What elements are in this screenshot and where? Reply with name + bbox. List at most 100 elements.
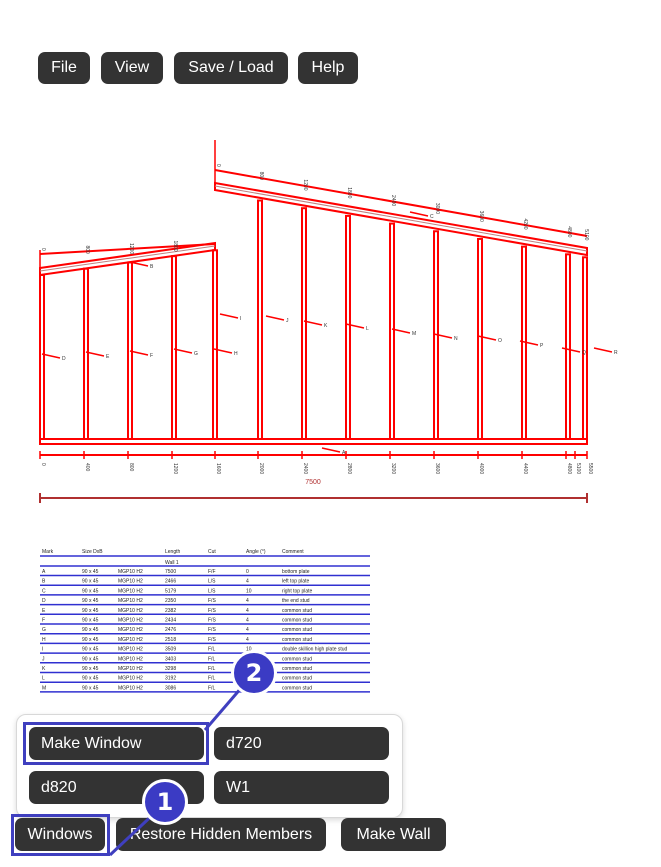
top-tick-label: 800 [84,245,90,254]
table-cell: F/S [208,637,216,643]
table-cell: 4 [246,608,249,614]
member-mark-label: F [150,353,153,359]
table-cell: 5179 [165,588,176,594]
table-cell: MGP10 H2 [118,637,143,643]
table-cell: 3509 [165,647,176,653]
table-cell: common stud [282,685,312,691]
table-cell: MGP10 H2 [118,579,143,585]
table-row: D 90 x 45 MGP10 H2 2350 F/S 4 the end stud [42,598,310,604]
table-cell: MGP10 H2 [118,588,143,594]
right-top-plate-inner [214,185,588,252]
table-cell: MGP10 H2 [118,627,143,633]
table-cell: common stud [282,618,312,624]
table-cell: 2382 [165,608,176,614]
table-cell: 4 [246,579,249,585]
help-button[interactable]: Help [298,52,358,84]
table-cell: F [42,618,45,624]
table-cell: 4 [246,598,249,604]
table-cell: MGP10 H2 [118,685,143,691]
file-menu-button[interactable]: File [38,52,90,84]
table-cell: common stud [282,627,312,633]
member-mark-label: M [412,331,416,337]
table-row: H 90 x 45 MGP10 H2 2518 F/S 4 common stud [42,637,312,643]
table-cell: 90 x 45 [82,608,99,614]
leader-line [477,335,497,341]
table-cell: 0 [246,569,249,575]
member-mark-label: D [62,356,66,362]
table-header-cell: Mark [42,549,54,555]
table-cell: L/S [208,588,216,594]
bottom-tick-label: 2000 [258,463,264,474]
table-header-cell: Length [165,549,181,555]
bottom-tick-label: 0 [40,463,46,466]
table-row: A 90 x 45 MGP10 H2 7500 F/F 0 bottom plate [42,569,310,575]
window-w1-button[interactable]: W1 [214,771,389,804]
make-wall-button[interactable]: Make Wall [341,818,446,851]
member-mark-label: B [150,264,154,270]
leader-line [265,315,285,321]
table-cell: 90 x 45 [82,588,99,594]
leader-line [409,211,429,217]
member-mark-label: R [614,350,618,356]
stud [212,249,218,440]
table-row: I90 x 45MGP10 H23509F/L10double skillion… [42,647,348,653]
table-cell: 3086 [165,685,176,691]
member-mark-label: I [240,316,241,322]
table-cell: 90 x 45 [82,685,99,691]
member-mark-label: O [498,338,502,344]
table-cell: 2466 [165,579,176,585]
member-mark-label: L [366,326,369,332]
leader-line [219,313,239,319]
leader-line [433,333,453,339]
table-cell: bottom plate [282,569,310,575]
stud [257,199,263,440]
table-cell: F/L [208,685,215,691]
stud [301,207,307,440]
save-load-button[interactable]: Save / Load [174,52,288,84]
member-mark-label: P [540,343,544,349]
wall-frame-drawing: D E F G HI JK LMN OPQ RABC0 800 1200 18000800120018… [39,140,618,503]
bottom-tick-label: 1600 [215,463,221,474]
leader-line [345,323,365,329]
table-cell: common stud [282,666,312,672]
restore-hidden-members-button[interactable]: Restore Hidden Members [116,818,326,851]
table-cell: I [42,647,43,653]
table-cell: 4 [246,618,249,624]
table-row: E 90 x 45 MGP10 H2 2382 F/S 4 common stud [42,608,312,614]
table-cell: 4 [246,627,249,633]
bottom-tick-label: 2400 [302,463,308,474]
table-cell: 7500 [165,569,176,575]
table-cell: 90 x 45 [82,618,99,624]
table-cell: G [42,627,46,633]
window-d720-button[interactable]: d720 [214,727,389,760]
table-cell: E [42,608,46,614]
highlight-make-window-button [23,722,209,765]
bottom-tick-label: 3200 [390,463,396,474]
stud [39,274,45,440]
stud [582,256,588,441]
table-cell: 90 x 45 [82,569,99,575]
table-row: C 90 x 45 MGP10 H2 5179 L/S 10 right top plate [42,588,313,594]
table-cell: L/S [208,579,216,585]
table-cell: F/L [208,676,215,682]
bottom-tick-label: 5100 [575,463,581,474]
top-tick-label: 1800 [346,187,352,198]
table-row: G 90 x 45 MGP10 H2 2476 F/S 4 common stud [42,627,312,633]
table-cell: MGP10 H2 [118,598,143,604]
member-mark-label: E [106,354,110,360]
top-tick-label: 5100 [583,229,589,240]
table-cell: double skillion high plate stud [282,647,348,653]
view-menu-button[interactable]: View [101,52,163,84]
table-cell: 90 x 45 [82,637,99,643]
member-mark-label: C [430,214,434,220]
table-cell: K [42,666,46,672]
table-cell: MGP10 H2 [118,608,143,614]
table-header-cell: Angle (°) [246,549,266,555]
table-cell: F/S [208,627,216,633]
top-tick-label: 800 [258,172,264,181]
table-row: B 90 x 45 MGP10 H2 2466 L/S 4 left top plate [42,579,309,585]
table-cell: 2350 [165,598,176,604]
leader-line [593,347,613,353]
table-cell: B [42,579,46,585]
table-cell: 90 x 45 [82,627,99,633]
